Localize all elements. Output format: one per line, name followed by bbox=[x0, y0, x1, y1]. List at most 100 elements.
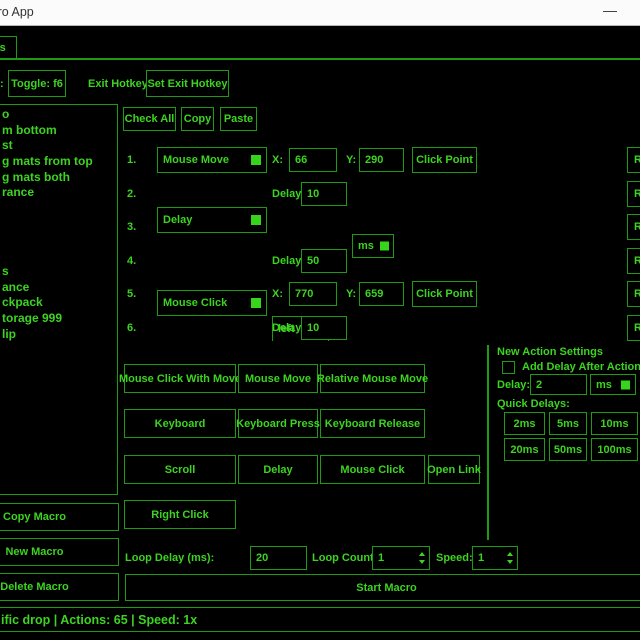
title-bar: Macro App — bbox=[0, 0, 640, 26]
list-item[interactable] bbox=[1, 248, 117, 264]
x-label: X: bbox=[272, 147, 283, 173]
spinner-up-icon[interactable] bbox=[507, 552, 513, 556]
settings-unit-dropdown[interactable]: ms bbox=[590, 374, 636, 395]
quick-delay-10ms-button[interactable]: 10ms bbox=[591, 412, 638, 435]
add-delay-button[interactable]: Delay bbox=[238, 455, 318, 484]
add-delay-checkbox-label: Add Delay After Action bbox=[522, 360, 640, 374]
stepper-arrows[interactable] bbox=[419, 547, 425, 569]
action-number: 3. bbox=[127, 214, 136, 240]
settings-delay-label: Delay: bbox=[497, 374, 530, 395]
add-keyboard-release-button[interactable]: Keyboard Release bbox=[320, 409, 425, 438]
remove-action-button[interactable]: R bbox=[627, 315, 640, 341]
spinner-up-icon[interactable] bbox=[419, 552, 425, 556]
dropdown-square-icon bbox=[251, 215, 261, 225]
new-macro-button[interactable]: New Macro bbox=[0, 538, 119, 566]
list-item[interactable] bbox=[1, 217, 117, 233]
delay-label: Delay bbox=[272, 315, 301, 341]
list-item[interactable] bbox=[1, 201, 117, 217]
remove-action-button[interactable]: R bbox=[627, 214, 640, 240]
click-point-button[interactable]: Click Point bbox=[412, 281, 477, 307]
add-mouse-click-button[interactable]: Mouse Click bbox=[320, 455, 425, 484]
add-mouse-click-with-move-button[interactable]: Mouse Click With Move bbox=[124, 364, 236, 393]
list-item[interactable]: g mats from top bbox=[1, 154, 117, 170]
action-number: 1. bbox=[127, 147, 136, 173]
click-point-button[interactable]: Click Point bbox=[412, 147, 477, 173]
x-input[interactable]: 770 bbox=[289, 282, 337, 306]
quick-delay-50ms-button[interactable]: 50ms bbox=[549, 438, 587, 461]
add-delay-checkbox[interactable] bbox=[502, 361, 515, 374]
y-input[interactable]: 290 bbox=[359, 148, 404, 172]
settings-delay-input[interactable]: 2 bbox=[530, 374, 587, 395]
dropdown-square-icon bbox=[251, 298, 261, 308]
app-window: { "window": { "title": "Macro App", "min… bbox=[0, 0, 640, 640]
list-item[interactable]: torage 999 bbox=[1, 311, 117, 327]
loop-delay-label: Loop Delay (ms): bbox=[125, 546, 214, 570]
quick-delay-5ms-button[interactable]: 5ms bbox=[549, 412, 587, 435]
list-item[interactable]: rance bbox=[1, 185, 117, 201]
delete-macro-button[interactable]: Delete Macro bbox=[0, 573, 119, 601]
add-scroll-button[interactable]: Scroll bbox=[124, 455, 236, 484]
remove-action-button[interactable]: R bbox=[627, 248, 640, 274]
copy-macro-button[interactable]: Copy Macro bbox=[0, 503, 119, 531]
copy-actions-button[interactable]: Copy bbox=[181, 107, 214, 131]
action-number: 5. bbox=[127, 281, 136, 307]
list-item[interactable]: lip bbox=[1, 327, 117, 343]
y-label: Y: bbox=[346, 281, 356, 307]
minimize-icon[interactable]: — bbox=[603, 2, 617, 18]
list-item[interactable]: o bbox=[1, 107, 117, 123]
add-right-click-button[interactable]: Right Click bbox=[124, 500, 236, 529]
add-relative-mouse-move-button[interactable]: Relative Mouse Move bbox=[320, 364, 425, 393]
paste-actions-button[interactable]: Paste bbox=[220, 107, 257, 131]
add-keyboard-press-button[interactable]: Keyboard Press bbox=[238, 409, 318, 438]
quick-delays-label: Quick Delays: bbox=[497, 397, 570, 411]
toggle-hotkey-button[interactable]: Toggle: f6 bbox=[8, 70, 66, 97]
action-number: 2. bbox=[127, 181, 136, 207]
spinner-down-icon[interactable] bbox=[507, 560, 513, 564]
tab-settings[interactable]: Settings bbox=[0, 36, 17, 59]
y-label: Y: bbox=[346, 147, 356, 173]
y-input[interactable]: 659 bbox=[359, 282, 404, 306]
remove-action-button[interactable]: R bbox=[627, 147, 640, 173]
speed-value: 1 bbox=[478, 552, 484, 564]
toggle-hotkey-label: : bbox=[0, 70, 4, 97]
loop-count-stepper[interactable]: 1 bbox=[372, 546, 430, 570]
loop-delay-input[interactable]: 20 bbox=[250, 546, 307, 570]
quick-delay-2ms-button[interactable]: 2ms bbox=[504, 412, 545, 435]
delay-input[interactable]: 10 bbox=[301, 182, 347, 206]
delay-label: Delay bbox=[272, 181, 301, 207]
check-all-button[interactable]: Check All bbox=[123, 107, 176, 131]
remove-action-button[interactable]: R bbox=[627, 181, 640, 207]
quick-delay-20ms-button[interactable]: 20ms bbox=[504, 438, 545, 461]
list-item[interactable]: m bottom bbox=[1, 123, 117, 139]
delay-unit-dropdown[interactable]: ms bbox=[352, 234, 394, 258]
status-text: ific drop | Actions: 65 | Speed: 1x bbox=[1, 613, 197, 627]
start-macro-button[interactable]: Start Macro bbox=[125, 574, 640, 601]
tab-strip-divider bbox=[0, 58, 640, 60]
add-mouse-move-button[interactable]: Mouse Move bbox=[238, 364, 318, 393]
list-item[interactable]: st bbox=[1, 138, 117, 154]
settings-divider bbox=[487, 345, 489, 540]
dropdown-square-icon bbox=[621, 380, 630, 389]
action-type-dropdown[interactable]: Delay bbox=[157, 207, 267, 233]
quick-delay-100ms-button[interactable]: 100ms bbox=[591, 438, 638, 461]
list-item[interactable]: g mats both bbox=[1, 170, 117, 186]
list-item[interactable]: s bbox=[1, 264, 117, 280]
action-type-dropdown[interactable]: Mouse Click bbox=[157, 290, 267, 316]
list-item[interactable]: ckpack bbox=[1, 295, 117, 311]
action-type-value: Mouse Move bbox=[163, 154, 229, 166]
stepper-arrows[interactable] bbox=[507, 547, 513, 569]
action-type-dropdown[interactable]: Mouse Move bbox=[157, 147, 267, 173]
list-item[interactable]: ance bbox=[1, 280, 117, 296]
speed-stepper[interactable]: 1 bbox=[472, 546, 518, 570]
add-open-link-button[interactable]: Open Link bbox=[428, 455, 480, 484]
remove-action-button[interactable]: R bbox=[627, 281, 640, 307]
list-item[interactable] bbox=[1, 233, 117, 249]
delay-input[interactable]: 50 bbox=[301, 249, 347, 273]
x-input[interactable]: 66 bbox=[289, 148, 337, 172]
actions-list[interactable]: 1. Mouse Move X: 66 Y: 290 Click Point R… bbox=[120, 140, 640, 341]
add-keyboard-button[interactable]: Keyboard bbox=[124, 409, 236, 438]
macro-list[interactable]: o m bottom st g mats from top g mats bot… bbox=[0, 104, 118, 495]
delay-input[interactable]: 10 bbox=[301, 316, 347, 340]
spinner-down-icon[interactable] bbox=[419, 560, 425, 564]
set-exit-hotkey-button[interactable]: Set Exit Hotkey bbox=[146, 70, 229, 97]
